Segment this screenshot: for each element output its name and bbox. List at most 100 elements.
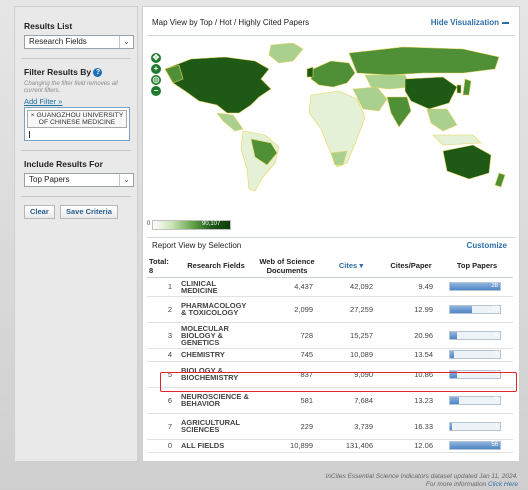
save-criteria-button[interactable]: Save Criteria <box>60 205 118 220</box>
top-papers-bar[interactable]: 1 <box>449 421 501 431</box>
top-papers-bar[interactable]: 28 <box>449 282 501 291</box>
highlight-box <box>160 372 517 392</box>
top-papers-value: 2 <box>494 351 498 357</box>
main-panel: Map View by Top / Hot / Highly Cited Pap… <box>142 6 520 462</box>
docs-header[interactable]: Web of Science Documents <box>253 255 321 278</box>
map-region-indonesia <box>432 134 482 146</box>
top-papers-bar[interactable]: 5 <box>449 395 501 405</box>
top-papers-bar[interactable]: 4 <box>449 330 501 340</box>
row-index: 4 <box>147 348 179 362</box>
top-papers-value: 12 <box>491 305 498 312</box>
cites-value: 10,089 <box>321 348 381 362</box>
chevron-down-icon: ⌄ <box>119 174 133 187</box>
row-index: 2 <box>147 296 179 323</box>
row-index: 3 <box>147 322 179 349</box>
top-papers-cell: 28 <box>441 277 513 297</box>
report-title: Report View by Selection <box>152 241 242 250</box>
cites-value: 131,406 <box>321 439 381 453</box>
top-papers-fill <box>450 396 459 404</box>
globe-icon[interactable]: ◎ <box>151 75 161 85</box>
include-select[interactable]: Top Papers ⌄ <box>24 173 134 188</box>
footer-click-here-link[interactable]: Click Here <box>488 481 518 488</box>
field-link[interactable]: MOLECULAR BIOLOGY & GENETICS <box>179 322 253 349</box>
map-region-india <box>386 96 412 128</box>
world-map[interactable] <box>143 39 521 199</box>
top-papers-bar[interactable]: 56 <box>449 441 501 450</box>
divider <box>21 58 131 59</box>
cites-per-paper-value: 13.54 <box>381 348 441 362</box>
field-link[interactable]: ALL FIELDS <box>179 439 253 453</box>
cites-header[interactable]: Cites ▾ <box>321 255 381 278</box>
top-papers-fill <box>450 331 457 339</box>
results-list-value: Research Fields <box>29 37 87 46</box>
visualization-title: Map View by Top / Hot / Highly Cited Pap… <box>152 18 310 27</box>
filter-title-text: Filter Results By <box>24 67 92 77</box>
divider <box>21 150 131 152</box>
top-papers-value: 4 <box>494 331 498 338</box>
top-papers-bar[interactable]: 12 <box>449 304 501 314</box>
zoom-in-icon[interactable]: + <box>151 64 161 74</box>
footer-dataset-note: InCites Essential Science Indicators dat… <box>325 473 518 480</box>
sidebar: Results List Research Fields ⌄ Filter Re… <box>14 6 138 462</box>
customize-button[interactable]: Customize <box>467 241 507 250</box>
cites-per-paper-value: 12.99 <box>381 296 441 323</box>
cites-value: 15,257 <box>321 322 381 349</box>
top-papers-value: 5 <box>494 396 498 403</box>
filter-note: Changing the filter field removes all cu… <box>24 81 118 95</box>
map-legend: 0 90,107 <box>147 220 231 230</box>
field-link[interactable]: PHARMACOLOGY & TOXICOLOGY <box>179 296 253 323</box>
cites-header-label: Cites <box>338 261 358 271</box>
cites-value: 42,092 <box>321 277 381 297</box>
table-row[interactable]: 3 MOLECULAR BIOLOGY & GENETICS 728 15,257 20… <box>147 322 513 349</box>
total-value: 8 <box>149 265 154 275</box>
chevron-down-icon: ⌄ <box>119 36 133 48</box>
hide-visualization-label: Hide Visualization <box>430 18 499 27</box>
table-header-row: Total: 8 Research Fields Web of Science … <box>147 255 513 278</box>
divider <box>147 237 515 238</box>
top-papers-cell: 12 <box>441 296 513 323</box>
map-region-europe <box>310 60 356 88</box>
top-papers-cell: 4 <box>441 322 513 349</box>
cites-per-paper-value: 12.06 <box>381 439 441 453</box>
table-row[interactable]: 0 ALL FIELDS 10,899 131,406 12.06 56 <box>147 439 513 453</box>
table-row[interactable]: 7 AGRICULTURAL SCIENCES 229 3,739 16.33 1 <box>147 413 513 440</box>
cites-value: 3,739 <box>321 413 381 440</box>
include-value: Top Papers <box>29 175 70 185</box>
table-row[interactable]: 1 CLINICAL MEDICINE 4,437 42,092 9.49 28 <box>147 277 513 297</box>
clear-button[interactable]: Clear <box>24 205 55 220</box>
cites-per-paper-header[interactable]: Cites/Paper <box>381 255 441 278</box>
docs-value: 4,437 <box>253 277 321 297</box>
field-header[interactable]: Research Fields <box>179 255 253 278</box>
add-filter-link[interactable]: Add Filter » <box>24 97 128 106</box>
field-link[interactable]: CLINICAL MEDICINE <box>179 277 253 297</box>
filter-chip[interactable]: × GUANGZHOU UNIVERSITY OF CHINESE MEDICI… <box>27 110 127 129</box>
top-papers-bar[interactable]: 2 <box>449 350 501 359</box>
map-region-new-zealand <box>494 172 506 188</box>
include-title: Include Results For <box>24 159 103 170</box>
field-link[interactable]: AGRICULTURAL SCIENCES <box>179 413 253 440</box>
map-region-north-america <box>164 56 272 114</box>
docs-value: 10,899 <box>253 439 321 453</box>
pan-icon[interactable]: ✥ <box>151 53 161 63</box>
help-icon[interactable]: ? <box>93 68 103 78</box>
hide-visualization-button[interactable]: Hide Visualization <box>431 18 509 27</box>
results-list-select[interactable]: Research Fields ⌄ <box>24 35 134 49</box>
filter-input-box[interactable]: × GUANGZHOU UNIVERSITY OF CHINESE MEDICI… <box>24 107 130 142</box>
top-papers-cell: 2 <box>441 348 513 362</box>
map-region-australia <box>442 144 492 180</box>
top-papers-header[interactable]: Top Papers <box>441 255 513 278</box>
docs-value: 229 <box>253 413 321 440</box>
table-row[interactable]: 4 CHEMISTRY 745 10,089 13.54 2 <box>147 348 513 362</box>
map-region-japan <box>462 78 472 96</box>
zoom-out-icon[interactable]: − <box>151 86 161 96</box>
minus-icon <box>502 21 509 24</box>
map-region-southeast-asia <box>426 108 458 132</box>
legend-min: 0 <box>147 221 151 227</box>
field-link[interactable]: CHEMISTRY <box>179 348 253 362</box>
footer-more-info-text: For more information <box>425 481 487 488</box>
legend-max: 90,107 <box>202 221 221 227</box>
table-row[interactable]: 2 PHARMACOLOGY & TOXICOLOGY 2,099 27,259 12.… <box>147 296 513 323</box>
filter-title: Filter Results By ? <box>24 67 128 78</box>
row-index: 0 <box>147 439 179 453</box>
map-region-russia <box>348 46 500 76</box>
